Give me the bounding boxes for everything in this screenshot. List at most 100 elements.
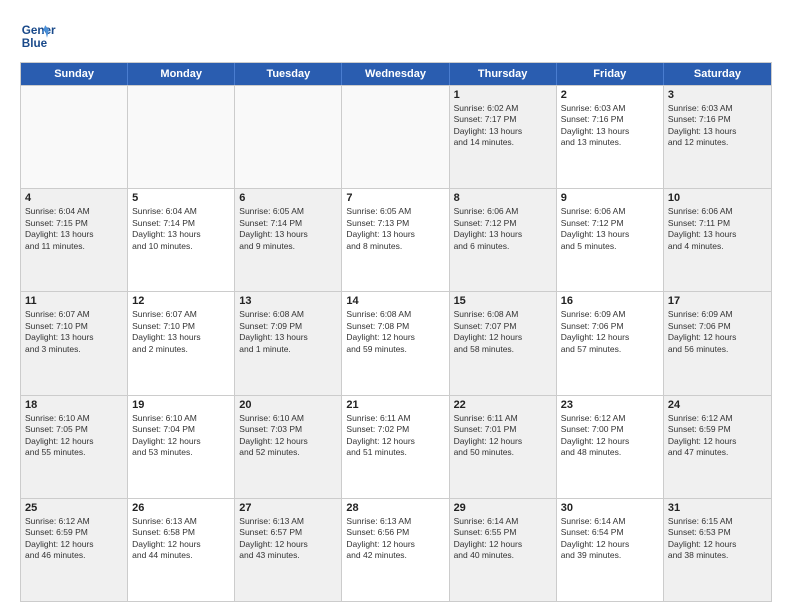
header-day-sunday: Sunday xyxy=(21,63,128,85)
day-number: 28 xyxy=(346,502,444,514)
cal-cell: 14Sunrise: 6:08 AM Sunset: 7:08 PM Dayli… xyxy=(342,292,449,394)
header-day-saturday: Saturday xyxy=(664,63,771,85)
cal-cell: 13 Sunrise: 6:08 AM Sunset: 7:09 PM Dayli… xyxy=(235,292,342,394)
day-number: 7 xyxy=(346,192,444,204)
cal-cell xyxy=(21,86,128,188)
day-number: 14 xyxy=(346,295,444,307)
day-info: Sunrise: 6:11 AM Sunset: 7:02 PM Dayligh… xyxy=(346,413,444,459)
day-number: 11 xyxy=(25,295,123,307)
day-info: Sunrise: 6:10 AM Sunset: 7:05 PM Dayligh… xyxy=(25,413,123,459)
day-info: Sunrise: 6:03 AM Sunset: 7:16 PM Dayligh… xyxy=(561,103,659,149)
week-row-4: 18Sunrise: 6:10 AM Sunset: 7:05 PM Dayli… xyxy=(21,395,771,498)
day-number: 30 xyxy=(561,502,659,514)
day-number: 6 xyxy=(239,192,337,204)
cal-cell: 30 Sunrise: 6:14 AM Sunset: 6:54 PM Dayli… xyxy=(557,499,664,601)
day-info: Sunrise: 6:14 AM Sunset: 6:55 PM Dayligh… xyxy=(454,516,552,562)
day-info: Sunrise: 6:06 AM Sunset: 7:12 PM Dayligh… xyxy=(454,206,552,252)
logo-icon: General Blue xyxy=(20,18,56,54)
day-info: Sunrise: 6:12 AM Sunset: 6:59 PM Dayligh… xyxy=(668,413,767,459)
day-info: Sunrise: 6:13 AM Sunset: 6:58 PM Dayligh… xyxy=(132,516,230,562)
cal-cell xyxy=(235,86,342,188)
header-day-wednesday: Wednesday xyxy=(342,63,449,85)
cal-cell: 25 Sunrise: 6:12 AM Sunset: 6:59 PM Dayli… xyxy=(21,499,128,601)
cal-cell: 8Sunrise: 6:06 AM Sunset: 7:12 PM Daylig… xyxy=(450,189,557,291)
cal-cell: 1 Sunrise: 6:02 AM Sunset: 7:17 PM Daylig… xyxy=(450,86,557,188)
cal-cell: 9Sunrise: 6:06 AM Sunset: 7:12 PM Daylig… xyxy=(557,189,664,291)
week-row-3: 11 Sunrise: 6:07 AM Sunset: 7:10 PM Dayli… xyxy=(21,291,771,394)
header-day-monday: Monday xyxy=(128,63,235,85)
day-number: 27 xyxy=(239,502,337,514)
cal-cell: 26 Sunrise: 6:13 AM Sunset: 6:58 PM Dayli… xyxy=(128,499,235,601)
cal-cell: 5Sunrise: 6:04 AM Sunset: 7:14 PM Daylig… xyxy=(128,189,235,291)
header-day-tuesday: Tuesday xyxy=(235,63,342,85)
day-info: Sunrise: 6:03 AM Sunset: 7:16 PM Dayligh… xyxy=(668,103,767,149)
day-number: 4 xyxy=(25,192,123,204)
cal-cell: 7 Sunrise: 6:05 AM Sunset: 7:13 PM Daylig… xyxy=(342,189,449,291)
calendar: SundayMondayTuesdayWednesdayThursdayFrid… xyxy=(20,62,772,602)
cal-cell: 16 Sunrise: 6:09 AM Sunset: 7:06 PM Dayli… xyxy=(557,292,664,394)
day-number: 12 xyxy=(132,295,230,307)
day-info: Sunrise: 6:05 AM Sunset: 7:13 PM Dayligh… xyxy=(346,206,444,252)
week-row-5: 25 Sunrise: 6:12 AM Sunset: 6:59 PM Dayli… xyxy=(21,498,771,601)
calendar-header: SundayMondayTuesdayWednesdayThursdayFrid… xyxy=(21,63,771,85)
day-number: 16 xyxy=(561,295,659,307)
day-number: 23 xyxy=(561,399,659,411)
day-info: Sunrise: 6:08 AM Sunset: 7:07 PM Dayligh… xyxy=(454,309,552,355)
cal-cell: 20 Sunrise: 6:10 AM Sunset: 7:03 PM Dayli… xyxy=(235,396,342,498)
day-number: 19 xyxy=(132,399,230,411)
day-number: 29 xyxy=(454,502,552,514)
cal-cell: 24 Sunrise: 6:12 AM Sunset: 6:59 PM Dayli… xyxy=(664,396,771,498)
cal-cell: 19 Sunrise: 6:10 AM Sunset: 7:04 PM Dayli… xyxy=(128,396,235,498)
cal-cell: 22 Sunrise: 6:11 AM Sunset: 7:01 PM Dayli… xyxy=(450,396,557,498)
day-number: 1 xyxy=(454,89,552,101)
day-number: 31 xyxy=(668,502,767,514)
cal-cell: 27 Sunrise: 6:13 AM Sunset: 6:57 PM Dayli… xyxy=(235,499,342,601)
cal-cell: 4Sunrise: 6:04 AM Sunset: 7:15 PM Daylig… xyxy=(21,189,128,291)
cal-cell: 12 Sunrise: 6:07 AM Sunset: 7:10 PM Dayli… xyxy=(128,292,235,394)
day-number: 21 xyxy=(346,399,444,411)
cal-cell: 21 Sunrise: 6:11 AM Sunset: 7:02 PM Dayli… xyxy=(342,396,449,498)
cal-cell: 17Sunrise: 6:09 AM Sunset: 7:06 PM Dayli… xyxy=(664,292,771,394)
day-info: Sunrise: 6:12 AM Sunset: 7:00 PM Dayligh… xyxy=(561,413,659,459)
page: General Blue SundayMondayTuesdayWednesda… xyxy=(0,0,792,612)
logo: General Blue xyxy=(20,18,56,54)
day-info: Sunrise: 6:15 AM Sunset: 6:53 PM Dayligh… xyxy=(668,516,767,562)
cal-cell: 6 Sunrise: 6:05 AM Sunset: 7:14 PM Daylig… xyxy=(235,189,342,291)
day-info: Sunrise: 6:10 AM Sunset: 7:03 PM Dayligh… xyxy=(239,413,337,459)
calendar-body: 1 Sunrise: 6:02 AM Sunset: 7:17 PM Daylig… xyxy=(21,85,771,601)
header-day-thursday: Thursday xyxy=(450,63,557,85)
day-info: Sunrise: 6:04 AM Sunset: 7:14 PM Dayligh… xyxy=(132,206,230,252)
cal-cell: 29 Sunrise: 6:14 AM Sunset: 6:55 PM Dayli… xyxy=(450,499,557,601)
day-info: Sunrise: 6:07 AM Sunset: 7:10 PM Dayligh… xyxy=(25,309,123,355)
day-info: Sunrise: 6:02 AM Sunset: 7:17 PM Dayligh… xyxy=(454,103,552,149)
cal-cell xyxy=(342,86,449,188)
day-number: 13 xyxy=(239,295,337,307)
day-number: 20 xyxy=(239,399,337,411)
day-info: Sunrise: 6:13 AM Sunset: 6:57 PM Dayligh… xyxy=(239,516,337,562)
day-info: Sunrise: 6:14 AM Sunset: 6:54 PM Dayligh… xyxy=(561,516,659,562)
svg-text:Blue: Blue xyxy=(22,37,48,50)
day-info: Sunrise: 6:11 AM Sunset: 7:01 PM Dayligh… xyxy=(454,413,552,459)
day-number: 22 xyxy=(454,399,552,411)
day-number: 2 xyxy=(561,89,659,101)
day-info: Sunrise: 6:09 AM Sunset: 7:06 PM Dayligh… xyxy=(561,309,659,355)
day-number: 25 xyxy=(25,502,123,514)
day-number: 3 xyxy=(668,89,767,101)
cal-cell: 31 Sunrise: 6:15 AM Sunset: 6:53 PM Dayli… xyxy=(664,499,771,601)
day-number: 24 xyxy=(668,399,767,411)
cal-cell: 11 Sunrise: 6:07 AM Sunset: 7:10 PM Dayli… xyxy=(21,292,128,394)
day-info: Sunrise: 6:07 AM Sunset: 7:10 PM Dayligh… xyxy=(132,309,230,355)
cal-cell xyxy=(128,86,235,188)
day-info: Sunrise: 6:06 AM Sunset: 7:11 PM Dayligh… xyxy=(668,206,767,252)
cal-cell: 2 Sunrise: 6:03 AM Sunset: 7:16 PM Daylig… xyxy=(557,86,664,188)
day-info: Sunrise: 6:13 AM Sunset: 6:56 PM Dayligh… xyxy=(346,516,444,562)
day-info: Sunrise: 6:12 AM Sunset: 6:59 PM Dayligh… xyxy=(25,516,123,562)
day-number: 9 xyxy=(561,192,659,204)
day-number: 10 xyxy=(668,192,767,204)
day-info: Sunrise: 6:08 AM Sunset: 7:09 PM Dayligh… xyxy=(239,309,337,355)
day-info: Sunrise: 6:10 AM Sunset: 7:04 PM Dayligh… xyxy=(132,413,230,459)
day-number: 26 xyxy=(132,502,230,514)
day-info: Sunrise: 6:05 AM Sunset: 7:14 PM Dayligh… xyxy=(239,206,337,252)
day-number: 15 xyxy=(454,295,552,307)
day-info: Sunrise: 6:09 AM Sunset: 7:06 PM Dayligh… xyxy=(668,309,767,355)
